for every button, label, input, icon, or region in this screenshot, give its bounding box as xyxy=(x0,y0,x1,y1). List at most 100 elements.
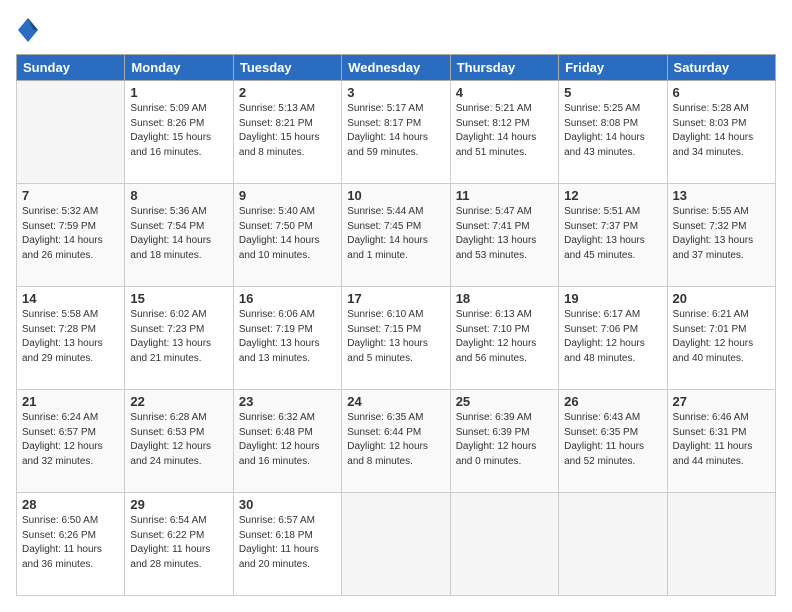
day-number: 16 xyxy=(239,291,336,306)
day-info: Sunrise: 6:06 AM Sunset: 7:19 PM Dayligh… xyxy=(239,308,336,366)
day-number: 15 xyxy=(130,291,227,306)
day-number: 30 xyxy=(239,497,336,512)
day-number: 8 xyxy=(130,188,227,203)
day-number: 9 xyxy=(239,188,336,203)
day-cell: 2 Sunrise: 5:13 AM Sunset: 8:21 PM Daylig… xyxy=(233,81,341,184)
day-info: Sunrise: 5:47 AM Sunset: 7:41 PM Dayligh… xyxy=(456,205,553,263)
day-cell: 27 Sunrise: 6:46 AM Sunset: 6:31 PM Dayli… xyxy=(667,390,775,493)
day-number: 7 xyxy=(22,188,119,203)
day-number: 13 xyxy=(673,188,770,203)
day-cell: 4Sunrise: 5:21 AM Sunset: 8:12 PM Daylig… xyxy=(450,81,558,184)
day-number: 22 xyxy=(130,394,227,409)
day-number: 5 xyxy=(564,85,661,100)
day-number: 3 xyxy=(347,85,444,100)
col-header-monday: Monday xyxy=(125,55,233,81)
day-number: 11 xyxy=(456,188,553,203)
day-cell: 14 Sunrise: 5:58 AM Sunset: 7:28 PM Dayli… xyxy=(17,287,125,390)
day-cell: 18Sunrise: 6:13 AM Sunset: 7:10 PM Dayli… xyxy=(450,287,558,390)
col-header-sunday: Sunday xyxy=(17,55,125,81)
day-cell: 3 Sunrise: 5:17 AM Sunset: 8:17 PM Daylig… xyxy=(342,81,450,184)
day-number: 10 xyxy=(347,188,444,203)
day-number: 12 xyxy=(564,188,661,203)
day-cell: 10 Sunrise: 5:44 AM Sunset: 7:45 PM Dayli… xyxy=(342,184,450,287)
col-header-tuesday: Tuesday xyxy=(233,55,341,81)
day-info: Sunrise: 6:39 AM Sunset: 6:39 PM Dayligh… xyxy=(456,411,553,469)
day-info: Sunrise: 6:13 AM Sunset: 7:10 PM Dayligh… xyxy=(456,308,553,366)
day-number: 25 xyxy=(456,394,553,409)
day-number: 21 xyxy=(22,394,119,409)
day-info: Sunrise: 6:57 AM Sunset: 6:18 PM Dayligh… xyxy=(239,514,336,572)
day-number: 29 xyxy=(130,497,227,512)
calendar-header-row: SundayMondayTuesdayWednesdayThursdayFrid… xyxy=(17,55,776,81)
day-cell xyxy=(559,493,667,596)
day-cell: 15 Sunrise: 6:02 AM Sunset: 7:23 PM Dayli… xyxy=(125,287,233,390)
day-info: Sunrise: 5:44 AM Sunset: 7:45 PM Dayligh… xyxy=(347,205,444,263)
day-info: Sunrise: 5:21 AM Sunset: 8:12 PM Dayligh… xyxy=(456,102,553,160)
calendar: SundayMondayTuesdayWednesdayThursdayFrid… xyxy=(16,54,776,596)
day-cell: 9 Sunrise: 5:40 AM Sunset: 7:50 PM Daylig… xyxy=(233,184,341,287)
day-info: Sunrise: 5:40 AM Sunset: 7:50 PM Dayligh… xyxy=(239,205,336,263)
day-cell: 23Sunrise: 6:32 AM Sunset: 6:48 PM Dayli… xyxy=(233,390,341,493)
day-info: Sunrise: 6:24 AM Sunset: 6:57 PM Dayligh… xyxy=(22,411,119,469)
day-number: 17 xyxy=(347,291,444,306)
day-cell: 17 Sunrise: 6:10 AM Sunset: 7:15 PM Dayli… xyxy=(342,287,450,390)
week-row-5: 28 Sunrise: 6:50 AM Sunset: 6:26 PM Dayli… xyxy=(17,493,776,596)
day-info: Sunrise: 6:46 AM Sunset: 6:31 PM Dayligh… xyxy=(673,411,770,469)
day-number: 2 xyxy=(239,85,336,100)
day-info: Sunrise: 5:51 AM Sunset: 7:37 PM Dayligh… xyxy=(564,205,661,263)
day-cell: 1Sunrise: 5:09 AM Sunset: 8:26 PM Daylig… xyxy=(125,81,233,184)
day-cell: 26 Sunrise: 6:43 AM Sunset: 6:35 PM Dayli… xyxy=(559,390,667,493)
day-number: 20 xyxy=(673,291,770,306)
week-row-3: 14 Sunrise: 5:58 AM Sunset: 7:28 PM Dayli… xyxy=(17,287,776,390)
logo xyxy=(16,16,44,44)
week-row-4: 21 Sunrise: 6:24 AM Sunset: 6:57 PM Dayli… xyxy=(17,390,776,493)
day-number: 14 xyxy=(22,291,119,306)
day-cell xyxy=(342,493,450,596)
day-info: Sunrise: 5:58 AM Sunset: 7:28 PM Dayligh… xyxy=(22,308,119,366)
day-info: Sunrise: 5:09 AM Sunset: 8:26 PM Dayligh… xyxy=(130,102,227,160)
day-number: 28 xyxy=(22,497,119,512)
day-info: Sunrise: 6:17 AM Sunset: 7:06 PM Dayligh… xyxy=(564,308,661,366)
day-cell: 7 Sunrise: 5:32 AM Sunset: 7:59 PM Daylig… xyxy=(17,184,125,287)
day-cell: 8 Sunrise: 5:36 AM Sunset: 7:54 PM Daylig… xyxy=(125,184,233,287)
day-info: Sunrise: 6:02 AM Sunset: 7:23 PM Dayligh… xyxy=(130,308,227,366)
day-cell: 11 Sunrise: 5:47 AM Sunset: 7:41 PM Dayli… xyxy=(450,184,558,287)
day-info: Sunrise: 5:13 AM Sunset: 8:21 PM Dayligh… xyxy=(239,102,336,160)
day-cell: 13 Sunrise: 5:55 AM Sunset: 7:32 PM Dayli… xyxy=(667,184,775,287)
day-cell: 16 Sunrise: 6:06 AM Sunset: 7:19 PM Dayli… xyxy=(233,287,341,390)
day-info: Sunrise: 5:32 AM Sunset: 7:59 PM Dayligh… xyxy=(22,205,119,263)
day-cell: 29Sunrise: 6:54 AM Sunset: 6:22 PM Dayli… xyxy=(125,493,233,596)
day-number: 27 xyxy=(673,394,770,409)
day-cell: 12 Sunrise: 5:51 AM Sunset: 7:37 PM Dayli… xyxy=(559,184,667,287)
day-info: Sunrise: 6:35 AM Sunset: 6:44 PM Dayligh… xyxy=(347,411,444,469)
day-info: Sunrise: 5:17 AM Sunset: 8:17 PM Dayligh… xyxy=(347,102,444,160)
week-row-1: 1Sunrise: 5:09 AM Sunset: 8:26 PM Daylig… xyxy=(17,81,776,184)
day-cell: 20 Sunrise: 6:21 AM Sunset: 7:01 PM Dayli… xyxy=(667,287,775,390)
day-info: Sunrise: 6:21 AM Sunset: 7:01 PM Dayligh… xyxy=(673,308,770,366)
day-info: Sunrise: 6:28 AM Sunset: 6:53 PM Dayligh… xyxy=(130,411,227,469)
page: SundayMondayTuesdayWednesdayThursdayFrid… xyxy=(0,0,792,612)
day-cell xyxy=(450,493,558,596)
header xyxy=(16,16,776,44)
day-info: Sunrise: 5:55 AM Sunset: 7:32 PM Dayligh… xyxy=(673,205,770,263)
day-info: Sunrise: 6:10 AM Sunset: 7:15 PM Dayligh… xyxy=(347,308,444,366)
day-cell: 22 Sunrise: 6:28 AM Sunset: 6:53 PM Dayli… xyxy=(125,390,233,493)
day-cell xyxy=(667,493,775,596)
day-number: 23 xyxy=(239,394,336,409)
day-cell: 25 Sunrise: 6:39 AM Sunset: 6:39 PM Dayli… xyxy=(450,390,558,493)
day-number: 26 xyxy=(564,394,661,409)
day-cell: 6Sunrise: 5:28 AM Sunset: 8:03 PM Daylig… xyxy=(667,81,775,184)
day-info: Sunrise: 6:50 AM Sunset: 6:26 PM Dayligh… xyxy=(22,514,119,572)
day-cell: 24Sunrise: 6:35 AM Sunset: 6:44 PM Dayli… xyxy=(342,390,450,493)
day-cell xyxy=(17,81,125,184)
day-cell: 28 Sunrise: 6:50 AM Sunset: 6:26 PM Dayli… xyxy=(17,493,125,596)
day-info: Sunrise: 6:43 AM Sunset: 6:35 PM Dayligh… xyxy=(564,411,661,469)
day-info: Sunrise: 5:36 AM Sunset: 7:54 PM Dayligh… xyxy=(130,205,227,263)
col-header-friday: Friday xyxy=(559,55,667,81)
col-header-thursday: Thursday xyxy=(450,55,558,81)
day-info: Sunrise: 5:25 AM Sunset: 8:08 PM Dayligh… xyxy=(564,102,661,160)
col-header-saturday: Saturday xyxy=(667,55,775,81)
col-header-wednesday: Wednesday xyxy=(342,55,450,81)
day-cell: 19Sunrise: 6:17 AM Sunset: 7:06 PM Dayli… xyxy=(559,287,667,390)
logo-icon xyxy=(16,16,40,44)
